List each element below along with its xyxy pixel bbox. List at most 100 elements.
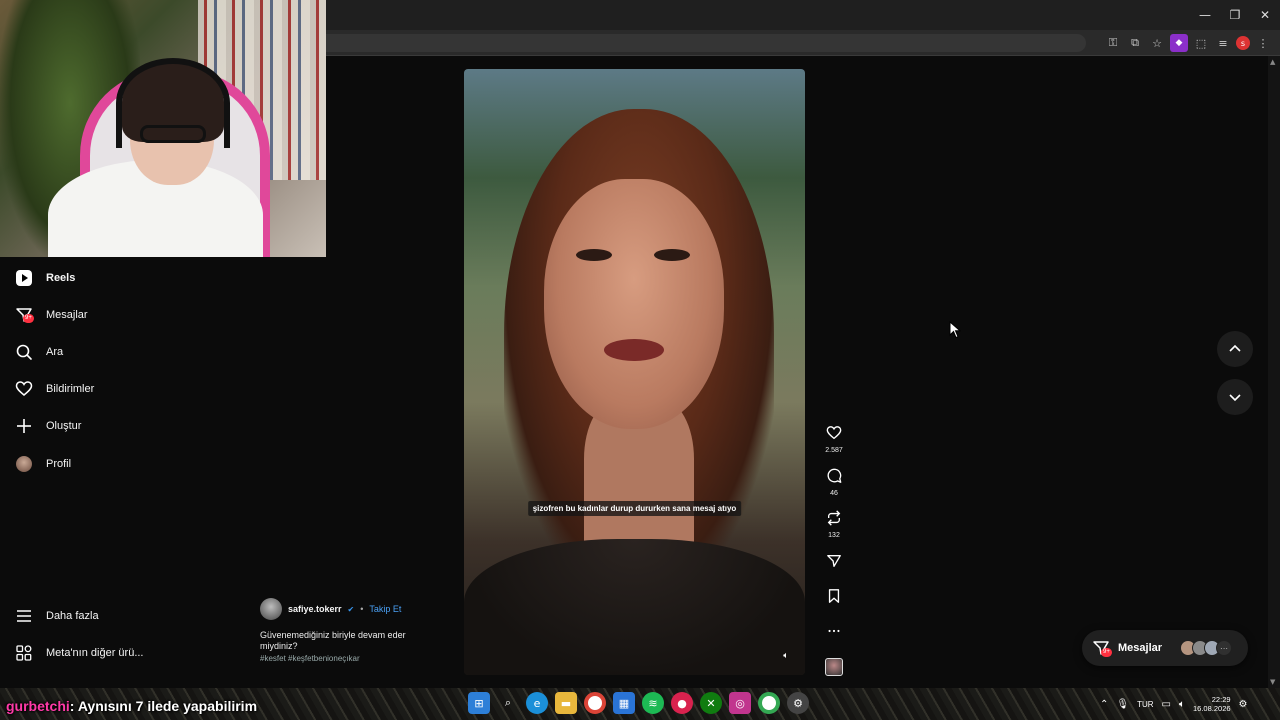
separator-dot: • (360, 604, 364, 614)
audio-thumb-icon (825, 658, 843, 676)
notification-icon[interactable]: ⚙ (1239, 699, 1248, 710)
sidebar-item-more[interactable]: Daha fazla (14, 604, 99, 628)
more-avatars-icon: ··· (1216, 640, 1233, 656)
bookmark-star-icon[interactable]: ☆ (1148, 34, 1166, 52)
repost-count: 132 (828, 532, 840, 539)
clock[interactable]: 22:29 16.08.2026 (1193, 695, 1231, 713)
scroll-up-icon[interactable]: ▲ (1270, 58, 1275, 66)
xbox-icon[interactable]: ✕ (700, 692, 722, 714)
sidebar-item-label: Daha fazla (46, 610, 99, 622)
more-options-button[interactable] (820, 623, 848, 644)
save-button[interactable] (820, 588, 848, 609)
network-icon[interactable]: ▭ (1162, 699, 1171, 710)
sidebar-item-messages[interactable]: 9+ Mesajlar (14, 303, 88, 327)
previous-reel-button[interactable] (1217, 331, 1253, 367)
heart-icon (14, 379, 34, 399)
messages-badge: 9+ (1101, 648, 1112, 657)
video-shirt (464, 539, 805, 675)
caption-line: Güvenemediğiniz biriyle devam eder (260, 630, 406, 640)
start-menu-icon[interactable]: ⊞ (468, 692, 490, 714)
verified-badge-icon: ✔ (347, 604, 355, 614)
profile-icon[interactable]: s (1236, 36, 1250, 50)
chevron-up-icon (1229, 344, 1241, 352)
steam-icon[interactable]: ⚙ (787, 692, 809, 714)
video-face (544, 179, 724, 429)
menu-icon (14, 606, 34, 626)
sidebar-item-profile[interactable]: Profil (14, 452, 71, 476)
address-field[interactable] (326, 34, 1086, 52)
messages-pill-label: Mesajlar (1118, 642, 1163, 654)
comment-button[interactable]: 46 (820, 468, 848, 497)
install-app-icon[interactable]: ⧉ (1126, 34, 1144, 52)
video-eye-right (654, 249, 690, 261)
browser-menu-icon[interactable]: ⋮ (1254, 34, 1272, 52)
like-count: 2.587 (825, 447, 843, 454)
tray-expand-icon[interactable]: ⌃ (1100, 699, 1108, 710)
sidebar-nav: Reels 9+ Mesajlar Ara Bildirimler Oluştu… (0, 258, 250, 688)
scroll-down-icon[interactable]: ▼ (1270, 678, 1275, 686)
sidebar-item-label: Meta'nın diğer ürü... (46, 647, 144, 659)
taskbar-apps: ⊞ ⌕ e ▬ ▦ ≋ ● ✕ ◎ ⚙ (468, 692, 809, 714)
next-reel-button[interactable] (1217, 379, 1253, 415)
more-icon (828, 629, 840, 633)
plus-icon (14, 416, 34, 436)
media-controls-icon[interactable]: ≡ (1214, 34, 1232, 52)
messages-pill-button[interactable]: 9+ Mesajlar ··· (1082, 630, 1248, 666)
chrome-icon[interactable] (584, 692, 606, 714)
screen: — ❐ ✕ ⚿ ⧉ ☆ ◆ ⬚ ≡ s ⋮ Reels 9+ Mesajlar … (0, 0, 1280, 720)
sidebar-item-meta-apps[interactable]: Meta'nın diğer ürü... (14, 641, 144, 665)
post-caption[interactable]: Güvenemediğiniz biriyle devam eder miydi… (260, 630, 450, 652)
mouse-cursor-icon (949, 321, 961, 339)
system-tray: ⌃ 🎙︎ TUR ▭ 🔈︎ 22:29 16.08.2026 ⚙ (1100, 692, 1248, 716)
minimize-button[interactable]: — (1190, 0, 1220, 30)
post-hashtags[interactable]: #kesfet #keşfetbenioneçıkar (260, 654, 450, 663)
browser-toolbar: ⚿ ⧉ ☆ ◆ ⬚ ≡ s ⋮ (326, 30, 1280, 56)
sidebar-item-label: Reels (46, 272, 76, 284)
sidebar-item-create[interactable]: Oluştur (14, 414, 81, 438)
password-key-icon[interactable]: ⚿ (1104, 34, 1122, 52)
sidebar-item-label: Profil (46, 458, 72, 470)
toolbar-icons: ⚿ ⧉ ☆ ◆ ⬚ ≡ s ⋮ (1104, 34, 1272, 52)
page-scrollbar[interactable]: ▲ ▼ (1268, 56, 1280, 688)
comment-count: 46 (830, 490, 838, 497)
video-mouth (604, 339, 664, 361)
avatar[interactable] (260, 598, 282, 620)
extension-icon[interactable]: ◆ (1170, 34, 1188, 52)
spotify-icon[interactable]: ≋ (642, 692, 664, 714)
reel-post-info: safiye.tokerr ✔ • Takip Et Güvenemediğin… (260, 598, 450, 663)
sidebar-item-notifications[interactable]: Bildirimler (14, 377, 94, 401)
post-username[interactable]: safiye.tokerr (288, 604, 342, 614)
heart-icon (826, 426, 842, 440)
file-explorer-icon[interactable]: ▬ (555, 692, 577, 714)
comment-icon (827, 468, 842, 483)
volume-icon[interactable]: 🔈︎ (779, 649, 793, 663)
maximize-button[interactable]: ❐ (1220, 0, 1250, 30)
share-button[interactable] (820, 553, 848, 574)
chrome-profile-icon[interactable] (758, 692, 780, 714)
repost-button[interactable]: 132 (820, 510, 848, 539)
sidebar-item-search[interactable]: Ara (14, 340, 63, 364)
reel-video[interactable]: şizofren bu kadınlar durup dururken sana… (464, 69, 805, 675)
edge-icon[interactable]: e (526, 692, 548, 714)
reels-icon (14, 268, 34, 288)
follow-button[interactable]: Takip Et (369, 604, 401, 614)
app-icon-red[interactable]: ● (671, 692, 693, 714)
message-avatars: ··· (1180, 640, 1233, 656)
bookmark-icon (828, 589, 840, 603)
instagram-icon[interactable]: ◎ (729, 692, 751, 714)
caption-line: miydiniz? (260, 641, 298, 651)
volume-icon[interactable]: 🔈︎ (1179, 699, 1185, 710)
like-button[interactable]: 2.587 (820, 425, 848, 454)
microphone-icon[interactable]: 🎙︎ (1116, 699, 1129, 710)
taskbar-search-icon[interactable]: ⌕ (497, 692, 519, 714)
webcam-overlay (0, 0, 326, 257)
clock-time: 22:29 (1211, 695, 1231, 704)
close-button[interactable]: ✕ (1250, 0, 1280, 30)
extensions-puzzle-icon[interactable]: ⬚ (1192, 34, 1210, 52)
audio-thumbnail[interactable] (820, 658, 848, 676)
store-icon[interactable]: ▦ (613, 692, 635, 714)
clock-date: 16.08.2026 (1193, 704, 1231, 713)
sidebar-item-reels[interactable]: Reels (14, 266, 75, 290)
sidebar-item-label: Bildirimler (46, 383, 95, 395)
language-indicator[interactable]: TUR (1137, 700, 1153, 709)
